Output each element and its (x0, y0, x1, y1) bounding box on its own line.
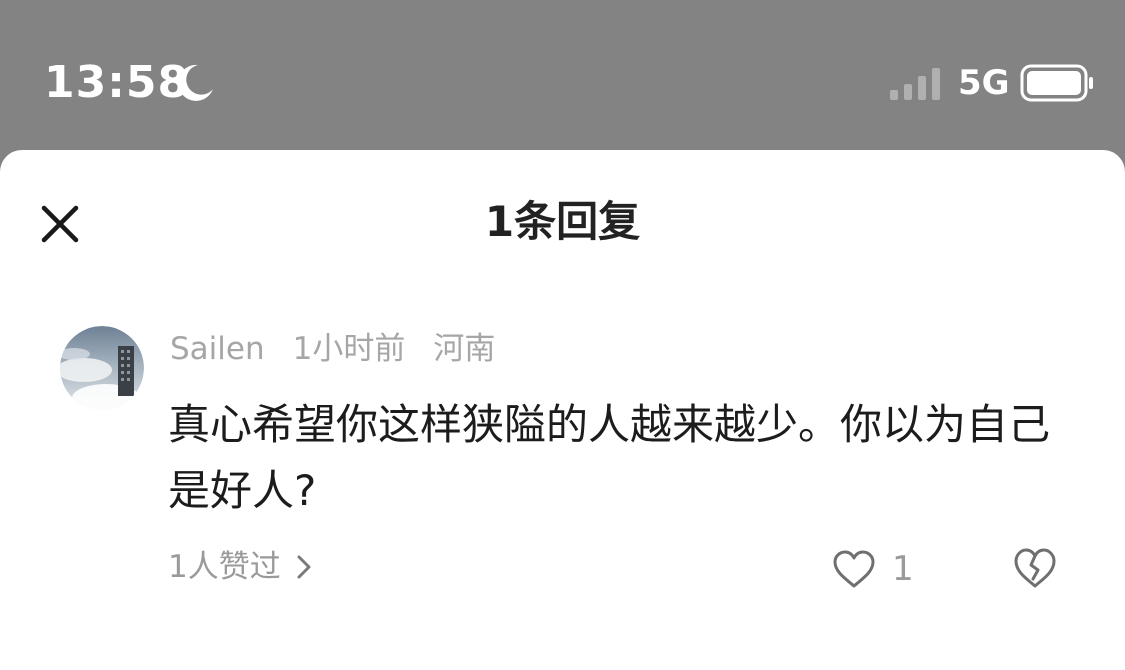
network-label: 5G (958, 63, 1010, 103)
comment-location: 河南 (433, 331, 496, 367)
comment-text: 真心希望你这样狭隘的人越来越少。你以为自己是好人? (168, 400, 1051, 515)
likers-link[interactable]: 1人赞过 (168, 542, 313, 592)
battery-icon (1020, 64, 1093, 102)
comment-time: 1小时前 (292, 331, 406, 367)
avatar[interactable] (60, 326, 144, 410)
status-bar: 13:58 5G (0, 0, 1125, 150)
like-button[interactable]: 1 (832, 544, 914, 594)
status-time: 13:58 (44, 57, 190, 108)
broken-heart-icon[interactable] (1012, 546, 1058, 590)
chevron-right-icon (297, 555, 311, 578)
signal-icon (890, 68, 940, 100)
heart-icon (833, 550, 875, 588)
likers-label: 1人赞过 (168, 549, 281, 585)
comment-meta: Sailen 1小时前 河南 (170, 328, 523, 370)
reply-sheet: 1条回复 Sailen 1小时前 河南 真心希望你这样狭隘的人越来越少。你以为自… (0, 150, 1125, 670)
like-count: 1 (892, 549, 914, 589)
username[interactable]: Sailen (170, 331, 265, 367)
moon-icon (178, 64, 213, 101)
sheet-title: 1条回复 (484, 197, 641, 246)
